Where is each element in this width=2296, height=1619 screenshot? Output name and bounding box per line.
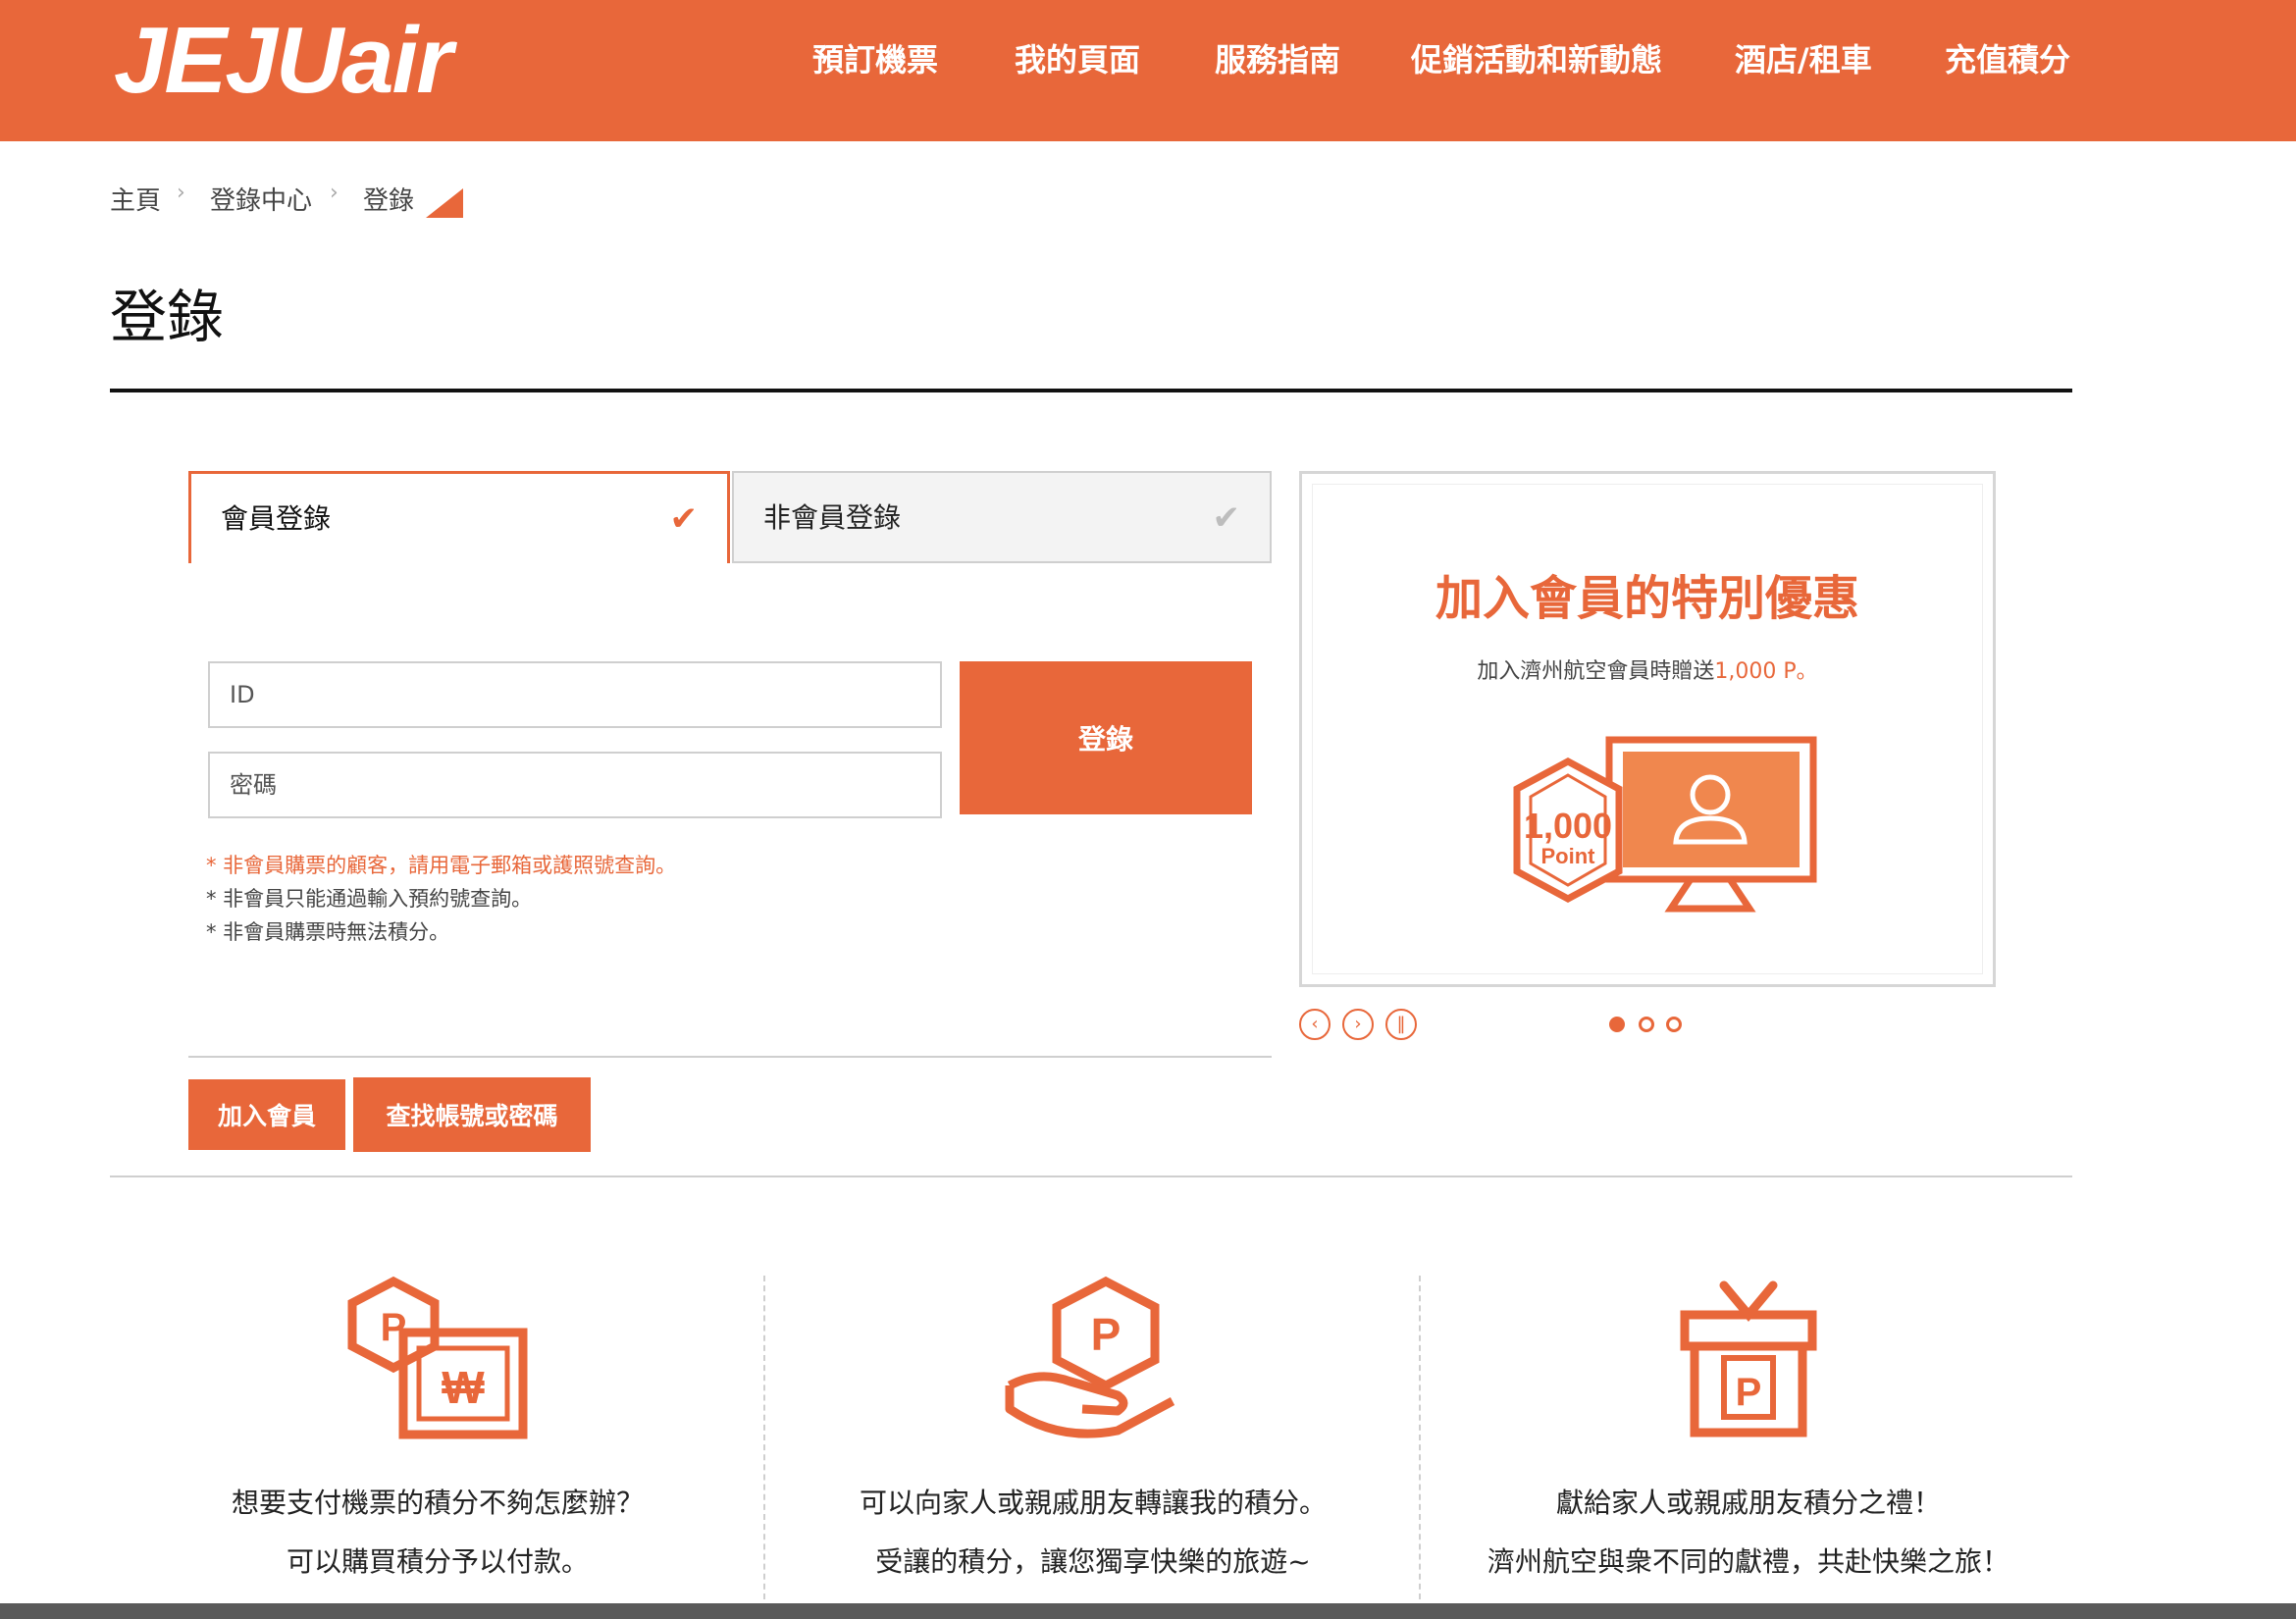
slider-dot-2[interactable] [1639, 1017, 1654, 1032]
nav-book-flights[interactable]: 預訂機票 [812, 35, 938, 80]
jejuair-logo[interactable]: JEJUair [114, 14, 453, 108]
nav-hotel-car[interactable]: 酒店/租車 [1735, 35, 1872, 80]
chevron-right-icon: › [1354, 1014, 1362, 1034]
title-divider [110, 389, 2072, 392]
tab-nonmember-login-label: 非會員登錄 [763, 501, 902, 534]
window-bottom-bar [0, 1603, 2296, 1619]
feature-buy-points-desc: 可以購買積分予以付款。 [286, 1545, 589, 1578]
pause-icon: ‖ [1396, 1014, 1406, 1034]
promo-subtitle-end: 。 [1796, 659, 1818, 684]
form-divider [188, 1056, 1272, 1058]
breadcrumb-flag-icon [426, 188, 463, 218]
slider-dot-1[interactable] [1609, 1017, 1625, 1032]
nav-promotions[interactable]: 促銷活動和新動態 [1411, 35, 1662, 80]
promo-subtitle-points: 1,000 P [1714, 659, 1797, 684]
feature-transfer-points-desc: 受讓的積分，讓您獨享快樂的旅遊~ [875, 1545, 1311, 1578]
check-icon: ✔ [1212, 498, 1241, 538]
breadcrumb-login: 登錄 [363, 186, 415, 216]
promo-badge-value: 1,000 [1524, 806, 1612, 846]
svg-text:₩: ₩ [442, 1362, 485, 1413]
id-input[interactable] [208, 661, 942, 728]
points-to-cash-icon: P ₩ [347, 1276, 528, 1439]
points-transfer-icon: P [1005, 1276, 1175, 1438]
slider-next-button[interactable]: › [1342, 1009, 1374, 1040]
nav-my-page[interactable]: 我的頁面 [1015, 35, 1140, 80]
feature-buy-points-title: 想要支付機票的積分不夠怎麼辦？ [231, 1487, 644, 1519]
find-account-button[interactable]: 查找帳號或密碼 [353, 1077, 591, 1152]
chevron-left-icon: ‹ [1311, 1014, 1319, 1034]
feature-gift-points-desc: 濟州航空與衆不同的獻禮，共赴快樂之旅！ [1487, 1545, 2009, 1578]
notice-no-points: * 非會員購票時無法積分。 [206, 920, 450, 944]
notice-reservation-number: * 非會員只能通過輸入預約號查詢。 [206, 887, 533, 911]
member-points-monitor-icon: 1,000 Point [1513, 736, 1817, 913]
chevron-right-icon: › [177, 181, 185, 205]
slider-prev-button[interactable]: ‹ [1299, 1009, 1331, 1040]
promo-badge-unit: Point [1541, 844, 1596, 868]
feature-buy-points: P ₩ 想要支付機票的積分不夠怎麼辦？ 可以購買積分予以付款。 [110, 1276, 765, 1599]
tab-member-login-label: 會員登錄 [221, 502, 332, 535]
join-member-button[interactable]: 加入會員 [188, 1079, 345, 1150]
promo-banner[interactable]: 加入會員的特別優惠 加入濟州航空會員時贈送1,000 P。 1,000 Poin… [1299, 471, 1996, 987]
feature-gift-points-title: 獻給家人或親戚朋友積分之禮！ [1555, 1487, 1941, 1519]
feature-transfer-points-title: 可以向家人或親戚朋友轉讓我的積分。 [859, 1487, 1327, 1519]
slider-pause-button[interactable]: ‖ [1385, 1009, 1417, 1040]
nav-charge-points[interactable]: 充值積分 [1945, 35, 2070, 80]
promo-title: 加入會員的特別優惠 [1435, 571, 1859, 626]
tab-member-login[interactable]: 會員登錄 ✔ [188, 471, 730, 563]
feature-gift-points: P 獻給家人或親戚朋友積分之禮！ 濟州航空與衆不同的獻禮，共赴快樂之旅！ [1421, 1276, 2076, 1599]
login-button[interactable]: 登錄 [960, 661, 1252, 814]
tab-nonmember-login[interactable]: 非會員登錄 ✔ [732, 471, 1272, 563]
svg-text:P: P [1091, 1309, 1122, 1360]
notice-nonmember-lookup: * 非會員購票的顧客，請用電子郵箱或護照號查詢。 [206, 854, 677, 877]
site-header: JEJUair 預訂機票 我的頁面 服務指南 促銷活動和新動態 酒店/租車 充值… [0, 0, 2296, 141]
chevron-right-icon: › [330, 181, 339, 205]
password-input[interactable] [208, 752, 942, 818]
feature-transfer-points: P 可以向家人或親戚朋友轉讓我的積分。 受讓的積分，讓您獨享快樂的旅遊~ [765, 1276, 1421, 1599]
promo-slide: 加入會員的特別優惠 加入濟州航空會員時贈送1,000 P。 1,000 Poin… [1312, 484, 1983, 974]
promo-subtitle: 加入濟州航空會員時贈送1,000 P。 [1313, 653, 1982, 685]
page-title: 登錄 [110, 284, 225, 350]
slider-dot-3[interactable] [1666, 1017, 1682, 1032]
breadcrumb-home[interactable]: 主頁 [110, 181, 161, 217]
svg-text:P: P [1736, 1371, 1762, 1414]
promo-subtitle-text: 加入濟州航空會員時贈送 [1477, 659, 1715, 684]
breadcrumb-login-center[interactable]: 登錄中心 [210, 181, 312, 217]
points-gift-icon: P [1680, 1280, 1817, 1437]
nav-service-guide[interactable]: 服務指南 [1215, 35, 1340, 80]
check-icon: ✔ [669, 499, 699, 539]
section-divider [110, 1175, 2072, 1177]
